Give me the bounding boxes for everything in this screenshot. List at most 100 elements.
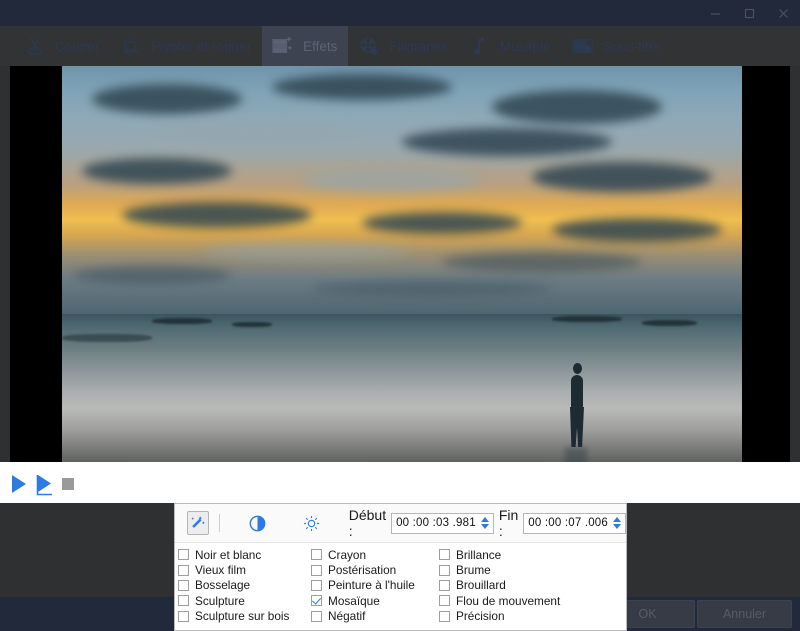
effects-column-1: Noir et blanc Vieux film Bosselage Sculp… bbox=[175, 547, 311, 624]
cloud bbox=[202, 242, 412, 260]
play-selection-button[interactable] bbox=[34, 474, 56, 496]
tab-pivoter-et-rogner[interactable]: Pivoter et rogner bbox=[110, 26, 262, 66]
effect-checkbox[interactable] bbox=[311, 564, 322, 576]
effect-label: Négatif bbox=[328, 609, 366, 624]
effect-row[interactable]: Bosselage bbox=[178, 578, 311, 593]
effect-checkbox[interactable] bbox=[439, 579, 450, 591]
effect-label: Bosselage bbox=[195, 578, 251, 593]
play-button[interactable] bbox=[8, 474, 30, 494]
effect-row[interactable]: Sculpture bbox=[178, 593, 311, 608]
end-time-arrows[interactable] bbox=[613, 517, 621, 529]
spinner-up-icon[interactable] bbox=[613, 517, 621, 522]
effect-checkbox[interactable] bbox=[311, 549, 322, 561]
cloud bbox=[82, 158, 232, 184]
play-icon bbox=[12, 475, 26, 493]
effect-checkbox[interactable] bbox=[311, 595, 322, 607]
tab-musique[interactable]: Musique bbox=[459, 26, 562, 66]
tab-couper[interactable]: Couper bbox=[14, 26, 110, 66]
play-selection-icon bbox=[36, 475, 52, 496]
minimize-button[interactable] bbox=[698, 0, 732, 26]
effect-row[interactable]: Brume bbox=[439, 562, 619, 577]
cloud bbox=[72, 266, 232, 284]
contrast-tool[interactable] bbox=[246, 511, 268, 535]
maximize-button[interactable] bbox=[732, 0, 766, 26]
effect-row[interactable]: Brillance bbox=[439, 547, 619, 562]
effect-label: Brouillard bbox=[456, 578, 506, 593]
toolbar-divider bbox=[219, 514, 221, 532]
effect-label: Sculpture bbox=[195, 593, 245, 608]
close-button[interactable] bbox=[766, 0, 800, 26]
effect-row[interactable]: Négatif bbox=[311, 609, 439, 624]
end-time-spinner[interactable]: 00 :00 :07 .006 bbox=[523, 512, 626, 534]
effect-checkbox[interactable] bbox=[178, 595, 189, 607]
effect-checkbox[interactable] bbox=[439, 549, 450, 561]
subtitle-icon: SUB T bbox=[570, 33, 596, 59]
tab-label: Filigranes bbox=[389, 38, 448, 54]
editor-tab-bar: Couper Pivoter et rogner Effets Filigran… bbox=[0, 26, 800, 66]
video-editor-window: Couper Pivoter et rogner Effets Filigran… bbox=[0, 0, 800, 631]
rock bbox=[152, 318, 212, 324]
magic-wand-tool[interactable] bbox=[187, 511, 210, 535]
tab-label: Sous-titre bbox=[602, 38, 661, 54]
effect-row[interactable]: Peinture à l'huile bbox=[311, 578, 439, 593]
effect-label: Crayon bbox=[328, 547, 367, 562]
cloud bbox=[402, 128, 612, 156]
effect-checkbox[interactable] bbox=[439, 595, 450, 607]
tab-label: Couper bbox=[55, 38, 100, 54]
effect-row[interactable]: Vieux film bbox=[178, 562, 311, 577]
tab-effets[interactable]: Effets bbox=[262, 26, 349, 66]
rock bbox=[232, 322, 272, 327]
effect-row[interactable]: Brouillard bbox=[439, 578, 619, 593]
rotate-crop-icon bbox=[118, 33, 144, 59]
watermark-icon bbox=[356, 33, 382, 59]
start-time-spinner[interactable]: 00 :00 :03 .981 bbox=[391, 512, 494, 534]
effect-checkbox[interactable] bbox=[178, 564, 189, 576]
brightness-icon bbox=[304, 515, 320, 531]
effect-row[interactable]: Postérisation bbox=[311, 562, 439, 577]
start-time-arrows[interactable] bbox=[480, 517, 489, 529]
effect-row[interactable]: Noir et blanc bbox=[178, 547, 311, 562]
effects-panel-toolbar: Début : 00 :00 :03 .981 Fin : 00 :00 :07… bbox=[175, 504, 626, 543]
spinner-up-icon[interactable] bbox=[480, 517, 489, 522]
effects-column-2: Crayon Postérisation Peinture à l'huile … bbox=[311, 547, 439, 624]
title-bar bbox=[0, 0, 800, 26]
effect-checkbox[interactable] bbox=[178, 549, 189, 561]
effect-row[interactable]: Sculpture sur bois bbox=[178, 609, 311, 624]
effect-checkbox[interactable] bbox=[311, 610, 322, 622]
contrast-icon bbox=[249, 515, 266, 531]
tab-sous-titre[interactable]: SUB T Sous-titre bbox=[562, 26, 672, 66]
video-preview[interactable] bbox=[10, 66, 790, 462]
spinner-down-icon[interactable] bbox=[613, 524, 621, 529]
time-range-group: Début : 00 :00 :03 .981 Fin : 00 :00 :07… bbox=[349, 507, 626, 539]
effect-row[interactable]: Mosaïque bbox=[311, 593, 439, 608]
effects-panel: Début : 00 :00 :03 .981 Fin : 00 :00 :07… bbox=[174, 503, 627, 631]
effect-checkbox[interactable] bbox=[439, 610, 450, 622]
cloud bbox=[362, 212, 522, 234]
effect-checkbox[interactable] bbox=[178, 610, 189, 622]
playback-controls: 00:00:00.000 00:00:03.981-00:00:07.006 0… bbox=[0, 462, 800, 503]
cloud bbox=[442, 252, 642, 272]
end-time-value: 00 :00 :07 .006 bbox=[528, 517, 608, 529]
cloud bbox=[92, 84, 242, 114]
effects-checkbox-columns: Noir et blanc Vieux film Bosselage Sculp… bbox=[175, 547, 626, 624]
effect-row[interactable]: Précision bbox=[439, 609, 619, 624]
spinner-down-icon[interactable] bbox=[480, 524, 489, 529]
effect-row[interactable]: Flou de mouvement bbox=[439, 593, 619, 608]
cancel-button[interactable]: Annuler bbox=[697, 600, 792, 628]
music-note-icon bbox=[467, 33, 493, 59]
stop-button[interactable] bbox=[62, 478, 74, 490]
effect-row[interactable]: Crayon bbox=[311, 547, 439, 562]
tab-filigranes[interactable]: Filigranes bbox=[348, 26, 459, 66]
effect-checkbox[interactable] bbox=[439, 564, 450, 576]
cloud bbox=[312, 280, 552, 296]
effect-checkbox[interactable] bbox=[178, 579, 189, 591]
end-time-label: Fin : bbox=[498, 507, 519, 539]
effect-label: Vieux film bbox=[195, 563, 246, 578]
effects-column-3: Brillance Brume Brouillard Flou de mouve… bbox=[439, 547, 619, 624]
tab-label: Effets bbox=[303, 38, 338, 54]
effect-checkbox[interactable] bbox=[311, 579, 322, 591]
brightness-tool[interactable] bbox=[301, 511, 323, 535]
sea bbox=[62, 314, 742, 462]
magic-wand-icon bbox=[192, 516, 205, 528]
effect-label: Peinture à l'huile bbox=[328, 578, 415, 593]
